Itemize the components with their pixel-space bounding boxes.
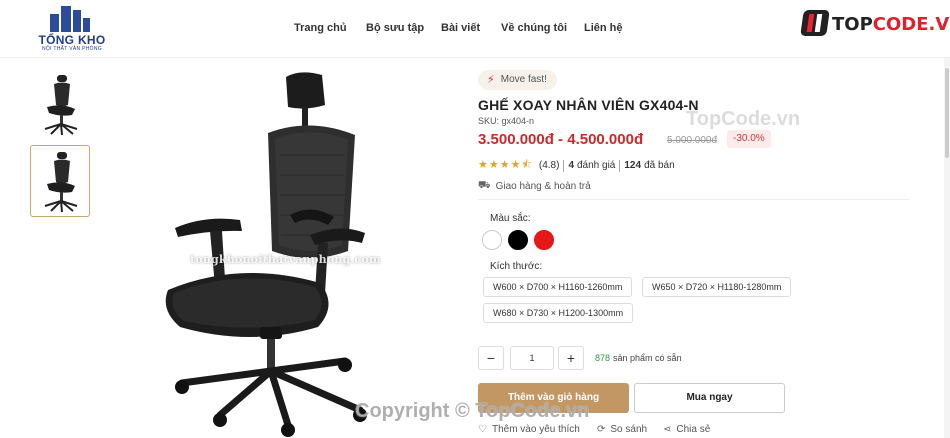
chair-thumbnail-icon — [44, 152, 78, 213]
stock-count: 878 — [595, 353, 611, 363]
color-swatch-black[interactable] — [508, 230, 528, 250]
site-logo[interactable]: TỔNG KHO NỘI THẤT VĂN PHÒNG — [34, 6, 110, 52]
product-info: ⚡ Move fast! GHẾ XOAY NHÂN VIÊN GX404-N … — [478, 0, 918, 438]
size-label: Kích thước: — [490, 261, 543, 272]
size-option-2[interactable]: W650 × D720 × H1180-1280mm — [642, 277, 792, 297]
sold-label: đã bán — [644, 160, 675, 171]
logo-title: TỔNG KHO — [38, 33, 106, 47]
logo-buildings-icon — [50, 6, 90, 32]
shipping-label: Giao hàng & hoàn trả — [495, 181, 591, 192]
logo-subtitle: NỘI THẤT VĂN PHÒNG — [42, 46, 102, 52]
share-icon: ⋖ — [663, 424, 672, 435]
compare-action[interactable]: ⟳ So sánh — [597, 424, 647, 435]
quantity-increase-button[interactable]: + — [558, 346, 584, 370]
shipping-returns-link[interactable]: ⛟ Giao hàng & hoàn trả — [478, 180, 591, 193]
gallery-thumbnail-1[interactable] — [30, 68, 90, 140]
truck-icon: ⛟ — [478, 180, 491, 191]
color-swatch-red[interactable] — [534, 230, 554, 250]
discount-badge: -30.0% — [727, 130, 771, 148]
image-watermark: tongkhonoithatvanphong.com — [190, 253, 381, 266]
move-fast-badge: ⚡ Move fast! — [478, 70, 557, 90]
product-title: GHẾ XOAY NHÂN VIÊN GX404-N — [478, 97, 699, 113]
stock-label: sản phẩm có sẵn — [613, 353, 682, 363]
product-old-price: 5.000.000đ — [667, 135, 718, 146]
color-label: Màu sắc: — [490, 213, 531, 224]
gallery-thumbnail-2[interactable] — [30, 145, 90, 217]
star-rating-icon: ★★★★⯪ — [478, 159, 533, 171]
product-main-image[interactable] — [150, 65, 450, 438]
nav-home[interactable]: Trang chủ — [294, 22, 347, 34]
sold-count: 124 — [624, 160, 642, 171]
rating-value: (4.8) — [538, 160, 560, 171]
size-option-3[interactable]: W680 × D730 × H1200-1300mm — [483, 303, 634, 323]
color-swatch-white[interactable] — [482, 230, 502, 250]
badge-label: Move fast! — [500, 74, 547, 85]
divider — [478, 199, 910, 200]
wishlist-label: Thêm vào yêu thích — [491, 424, 580, 435]
reviews-label[interactable]: đánh giá — [577, 160, 615, 171]
wishlist-action[interactable]: ♡ Thêm vào yêu thích — [478, 424, 580, 435]
lightning-icon: ⚡ — [487, 74, 495, 86]
topcode-watermark: TopCode.vn — [686, 108, 801, 130]
compare-label: So sánh — [610, 424, 648, 435]
quantity-decrease-button[interactable]: − — [478, 346, 504, 370]
rating-row: ★★★★⯪ (4.8) 4 đánh giá 124 đã bán — [478, 156, 675, 175]
nav-blog[interactable]: Bài viết — [441, 22, 480, 34]
nav-collections[interactable]: Bộ sưu tập — [366, 22, 424, 34]
copyright-watermark: Copyright © TopCode.vn — [355, 400, 590, 422]
heart-icon: ♡ — [478, 424, 487, 435]
product-price: 3.500.000đ - 4.500.000đ — [478, 131, 644, 148]
product-sku: SKU: gx404-n — [478, 116, 535, 126]
share-label: Chia sẻ — [676, 424, 711, 435]
page-scrollbar[interactable] — [944, 58, 950, 438]
reviews-count: 4 — [568, 160, 574, 171]
stock-info: 878 sản phẩm có sẵn — [595, 353, 682, 363]
quantity-input[interactable]: 1 — [510, 346, 554, 370]
share-action[interactable]: ⋖ Chia sẻ — [663, 424, 710, 435]
compare-icon: ⟳ — [597, 424, 606, 435]
size-option-1[interactable]: W600 × D700 × H1160-1260mm — [483, 277, 633, 297]
buy-now-button[interactable]: Mua ngay — [634, 383, 785, 413]
chair-thumbnail-icon — [44, 75, 78, 136]
